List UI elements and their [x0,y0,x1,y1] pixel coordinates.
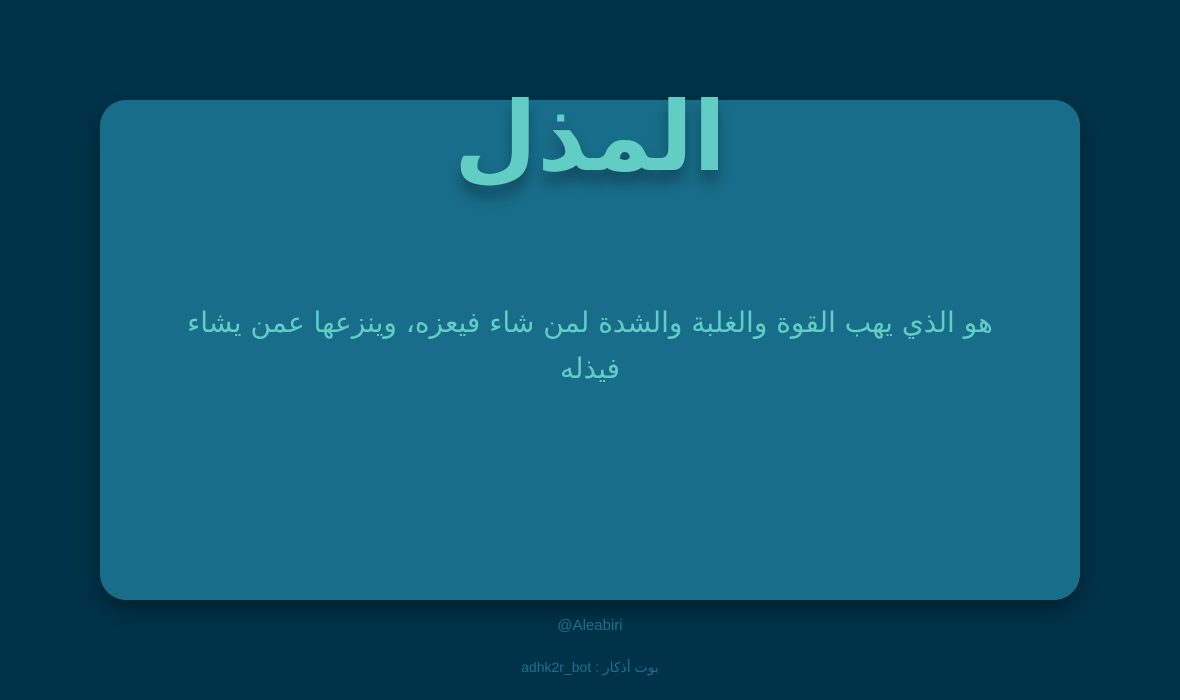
name-card: المذل هو الذي يهب القوة والغلبة والشدة ل… [100,81,1080,600]
author-handle: @Aleabiri [557,617,623,634]
card-title: المذل [453,81,727,193]
card-description: هو الذي يهب القوة والغلبة والشدة لمن شاء… [187,306,993,385]
bot-credit: بوت أذكار : adhk2r_bot [521,659,659,675]
